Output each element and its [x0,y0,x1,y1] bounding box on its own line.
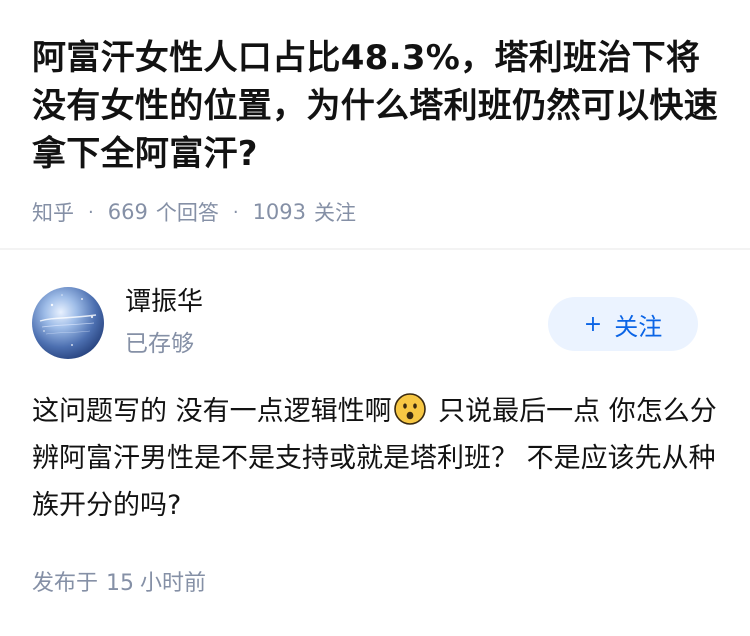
avatar[interactable] [32,287,104,359]
answer-text-part-1: 这问题写的 没有一点逻辑性啊 [32,396,392,427]
meta-separator: · [232,201,239,223]
plus-icon: + [583,311,603,337]
surprised-face-emoji [393,393,426,425]
meta-separator: · [88,201,94,223]
author-name[interactable]: 谭振华 [125,284,203,320]
follow-button[interactable]: + 关注 [548,297,698,351]
answer-count-label: 个回答 [155,201,219,225]
question-meta: 知乎 · 669 个回答 · 1093 关注 [32,196,356,228]
author-badge: 已存够 [125,331,194,357]
follower-count-label: 关注 [314,201,357,225]
source-label[interactable]: 知乎 [32,197,74,227]
answer-body: 这问题写的 没有一点逻辑性啊 只说最后一点 你怎么分辨阿富汗男性是不是支持或就是… [32,388,722,529]
answer-count: 669 [107,200,148,224]
follow-button-label: 关注 [614,312,663,341]
question-header: 阿富汗女性人口占比48.3%，塔利班治下将没有女性的位置，为什么塔利班仍然可以快… [0,0,750,248]
timestamp-value: 15 [106,571,135,596]
follower-count: 1093 [252,200,307,224]
avatar-image [39,294,97,346]
answer-timestamp: 发布于 15 小时前 [32,568,206,600]
timestamp-prefix: 发布于 [32,571,99,596]
timestamp-unit: 小时前 [140,571,207,596]
question-title[interactable]: 阿富汗女性人口占比48.3%，塔利班治下将没有女性的位置，为什么塔利班仍然可以快… [32,34,722,178]
section-divider [0,248,750,250]
